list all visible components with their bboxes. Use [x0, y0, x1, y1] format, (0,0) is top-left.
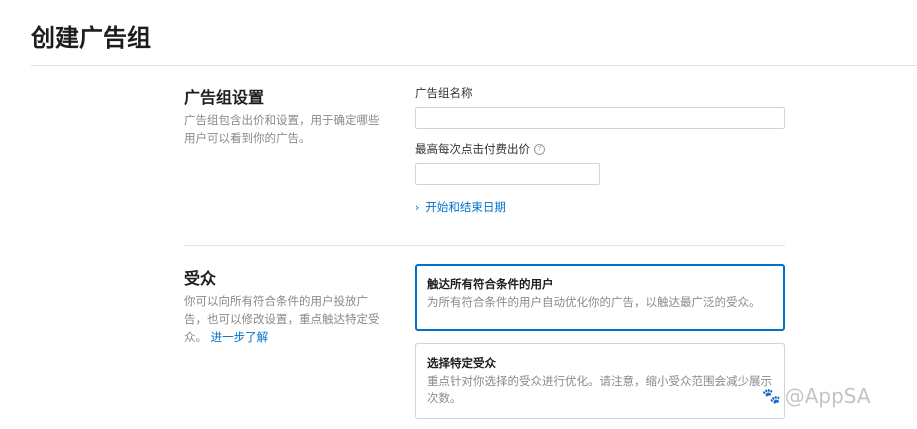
audience-heading: 受众: [184, 269, 217, 288]
ad-group-name-input[interactable]: [415, 107, 785, 129]
learn-more-link[interactable]: 进一步了解: [211, 330, 269, 344]
chevron-right-icon: ›: [415, 200, 420, 214]
max-cpt-bid-label: 最高每次点击付费出价 ?: [415, 141, 545, 157]
ad-group-name-label: 广告组名称: [415, 85, 473, 101]
watermark: 🐾 @AppSA: [762, 384, 871, 408]
settings-description: 广告组包含出价和设置，用于确定哪些用户可以看到你的广告。: [184, 113, 380, 145]
help-icon[interactable]: ?: [534, 143, 545, 155]
paw-icon: 🐾: [762, 387, 781, 405]
ad-group-name-label-text: 广告组名称: [415, 86, 473, 100]
page-title: 创建广告组: [31, 24, 151, 52]
option-title: 触达所有符合条件的用户: [427, 277, 554, 291]
start-end-date-link[interactable]: › 开始和结束日期: [415, 199, 506, 215]
watermark-text: @AppSA: [784, 384, 871, 408]
option-description: 重点针对你选择的受众进行优化。请注意，缩小受众范围会减少展示次数。: [427, 374, 772, 405]
settings-heading: 广告组设置: [184, 88, 265, 107]
audience-description: 你可以向所有符合条件的用户投放广告，也可以修改设置，重点触达特定受众。 进一步了…: [184, 292, 384, 346]
audience-option-all-eligible[interactable]: 触达所有符合条件的用户 为所有符合条件的用户自动优化你的广告，以触达最广泛的受众…: [415, 264, 785, 331]
option-description: 为所有符合条件的用户自动优化你的广告，以触达最广泛的受众。: [427, 295, 761, 309]
max-cpt-bid-input[interactable]: [415, 163, 600, 185]
section-divider: [184, 245, 785, 246]
start-end-date-label: 开始和结束日期: [425, 200, 506, 214]
header-divider: [31, 65, 917, 66]
option-title: 选择特定受众: [427, 356, 496, 370]
max-cpt-bid-label-text: 最高每次点击付费出价: [415, 142, 530, 156]
audience-option-specific[interactable]: 选择特定受众 重点针对你选择的受众进行优化。请注意，缩小受众范围会减少展示次数。: [415, 343, 785, 419]
